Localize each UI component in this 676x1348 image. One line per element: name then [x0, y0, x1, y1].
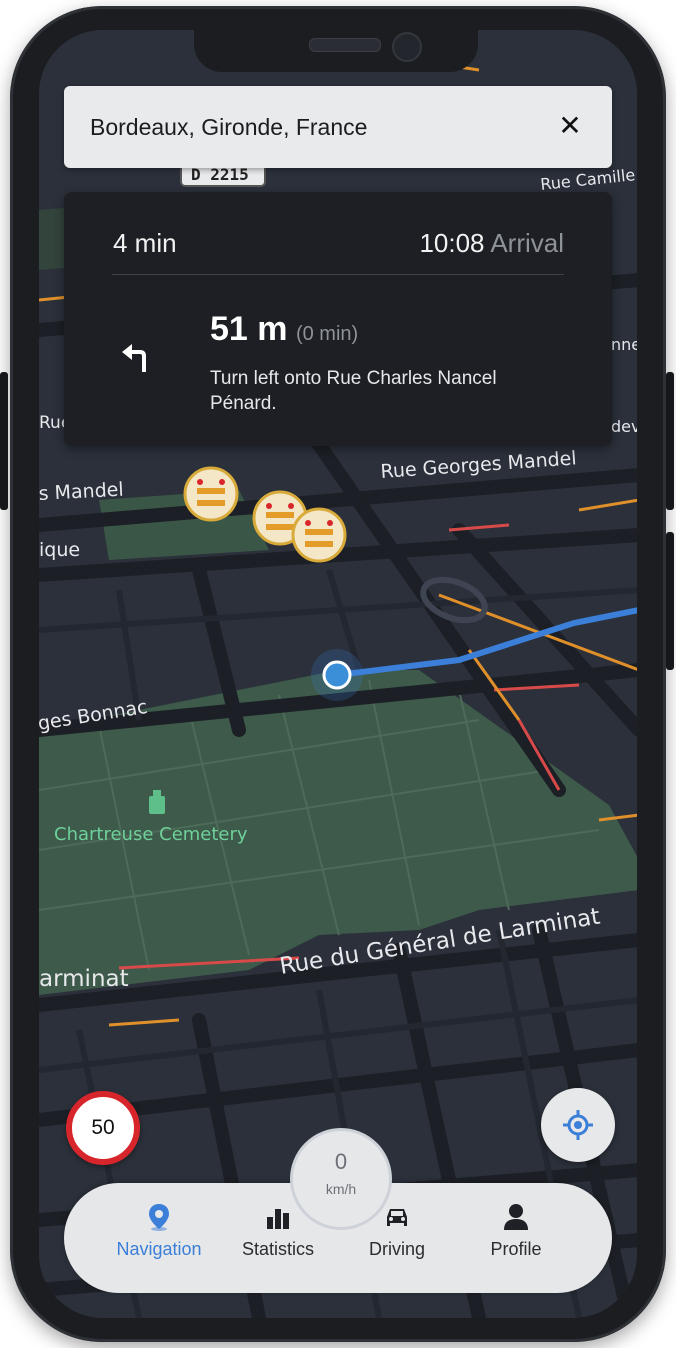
side-button-right-top — [666, 372, 674, 510]
side-button-right-bottom — [666, 532, 674, 670]
divider — [112, 274, 564, 275]
roadworks-icon[interactable] — [183, 466, 239, 522]
tab-label: Navigation — [116, 1239, 202, 1259]
tab-profile[interactable]: Profile — [456, 1203, 576, 1283]
distance-value: 51 m — [210, 310, 288, 348]
tab-navigation[interactable]: Navigation — [99, 1203, 219, 1283]
turn-instruction: Turn left onto Rue Charles Nancel Pénard… — [210, 368, 497, 414]
next-maneuver-distance: 51 m (0 min) — [210, 310, 358, 349]
speedometer: 0 km/h — [290, 1128, 392, 1230]
navigation-instruction-card: 4 min 10:08 Arrival 51 m (0 min) Turn le… — [64, 192, 612, 446]
arrival-info: 10:08 Arrival — [419, 228, 564, 259]
map-label-arminat: arminat — [39, 966, 129, 992]
phone-notch — [194, 30, 478, 72]
map-label-dev: dev — [611, 417, 637, 436]
map-label-ique: ique — [39, 539, 80, 561]
car-icon — [387, 1209, 407, 1226]
close-icon[interactable]: ✕ — [552, 108, 588, 144]
tab-label: Profile — [490, 1239, 542, 1259]
speed-value: 0 — [334, 1149, 348, 1174]
arrival-time: 10:08 — [419, 228, 485, 258]
speed-unit: km/h — [325, 1181, 357, 1197]
map-label-chartreuse-cemetery: Chartreuse Cemetery — [54, 824, 248, 845]
destination-search-bar[interactable]: Bordeaux, Gironde, France ✕ — [64, 86, 612, 168]
recenter-button[interactable] — [541, 1088, 615, 1162]
roadworks-icon[interactable] — [291, 507, 347, 563]
person-icon — [504, 1204, 528, 1230]
screen: Rue Georges Mandel s Mandel ique ges Bon… — [39, 30, 637, 1318]
arrival-label: Arrival — [490, 228, 564, 258]
location-pin-icon — [149, 1204, 169, 1231]
tab-label: Statistics — [241, 1239, 315, 1259]
bar-chart-icon — [267, 1209, 289, 1229]
side-button-left — [0, 372, 8, 510]
distance-duration: (0 min) — [295, 323, 359, 345]
map-label-nne: nne — [611, 335, 637, 354]
eta-duration: 4 min — [113, 228, 177, 258]
crosshair-icon — [563, 1110, 593, 1140]
current-location-dot — [322, 660, 352, 690]
park-small — [99, 490, 269, 560]
map-label-s-mandel: s Mandel — [39, 479, 124, 505]
tab-label: Driving — [368, 1239, 425, 1259]
front-camera — [392, 32, 422, 62]
speed-limit-sign: 50 — [66, 1091, 140, 1165]
destination-text[interactable]: Bordeaux, Gironde, France — [90, 114, 367, 141]
speaker-grille — [309, 38, 381, 52]
turn-left-icon — [122, 344, 146, 372]
